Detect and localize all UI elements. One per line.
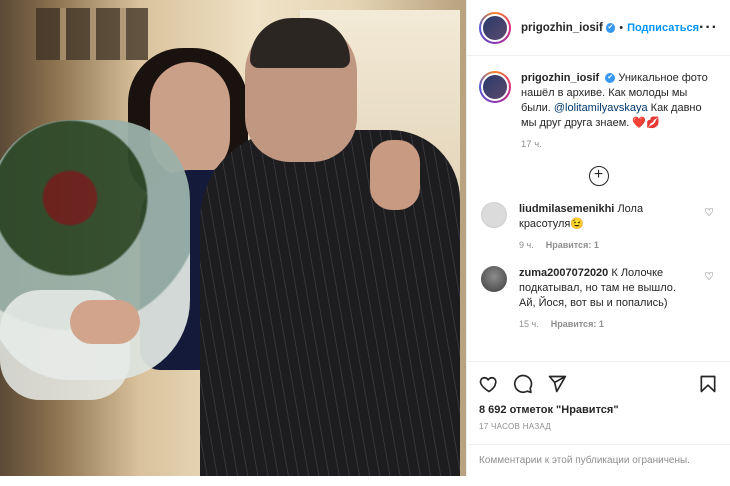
header-username[interactable]: prigozhin_iosif <box>521 22 603 34</box>
post-dialog: prigozhin_iosif ✔ • Подписаться ··· prig… <box>0 0 730 486</box>
heart-icon[interactable] <box>479 374 499 394</box>
comment-avatar[interactable] <box>481 266 507 292</box>
action-icons <box>479 372 718 396</box>
comment-username[interactable]: liudmilasemenikhi <box>519 203 614 215</box>
caption: prigozhin_iosif ✔ Уникальное фото нашёл … <box>479 71 718 131</box>
comment-time[interactable]: 9 ч. <box>519 240 534 250</box>
comment-meta: 9 ч. Нравится: 1 <box>519 240 718 250</box>
comment-likes-count[interactable]: Нравится: 1 <box>551 319 604 329</box>
comment-likes-count[interactable]: Нравится: 1 <box>546 240 599 250</box>
comment-item: liudmilasemenikhi Лола красотуля😉 ♡ <box>479 202 718 232</box>
caption-username[interactable]: prigozhin_iosif <box>521 72 599 84</box>
comment-like-heart-icon[interactable]: ♡ <box>704 206 714 219</box>
likes-count[interactable]: 8 692 отметок "Нравится" <box>479 404 718 416</box>
comment-like-heart-icon[interactable]: ♡ <box>704 270 714 283</box>
header-separator: • <box>619 21 624 34</box>
caption-text: prigozhin_iosif ✔ Уникальное фото нашёл … <box>521 71 718 131</box>
comment-time[interactable]: 15 ч. <box>519 319 539 329</box>
verified-badge-icon: ✔ <box>605 22 616 33</box>
avatar[interactable] <box>479 11 511 44</box>
post-sidebar: prigozhin_iosif ✔ • Подписаться ··· prig… <box>466 0 730 476</box>
post-time-ago[interactable]: 17 ЧАСОВ НАЗАД <box>479 422 718 431</box>
comment-text-block: liudmilasemenikhi Лола красотуля😉 <box>519 202 695 232</box>
plus-circle-icon[interactable]: + <box>588 166 609 186</box>
comment-text-block: zuma2007072020 К Лолочке подкатывал, но … <box>519 266 695 311</box>
caption-time[interactable]: 17 ч. <box>521 139 718 150</box>
photo-hand-on-shoulder <box>370 140 420 210</box>
comment-icon[interactable] <box>513 374 533 394</box>
photo-man-jacket <box>200 130 460 476</box>
post-photo[interactable] <box>0 0 466 476</box>
follow-button[interactable]: Подписаться <box>627 22 699 34</box>
caption-mention-link[interactable]: @lolitamilyavskaya <box>554 102 648 114</box>
comment-meta: 15 ч. Нравится: 1 <box>519 319 718 329</box>
share-icon[interactable] <box>547 374 567 394</box>
post-actions: 8 692 отметок "Нравится" 17 ЧАСОВ НАЗАД <box>467 361 730 431</box>
post-header: prigozhin_iosif ✔ • Подписаться ··· <box>467 0 730 56</box>
more-options-icon[interactable]: ··· <box>699 19 718 37</box>
photo-wall-frames <box>36 8 148 60</box>
bookmark-icon[interactable] <box>698 374 718 394</box>
comment-item: zuma2007072020 К Лолочке подкатывал, но … <box>479 266 718 311</box>
comments-limited-notice: Комментарии к этой публикации ограничены… <box>467 444 730 476</box>
photo-hand <box>70 300 140 344</box>
caption-verified-badge-icon: ✔ <box>605 73 616 84</box>
comments-area[interactable]: prigozhin_iosif ✔ Уникальное фото нашёл … <box>467 57 730 361</box>
load-more-comments: + <box>479 166 718 186</box>
caption-emoji: ❤️💋 <box>632 117 660 129</box>
caption-avatar[interactable] <box>479 71 511 103</box>
comment-username[interactable]: zuma2007072020 <box>519 267 608 279</box>
comment-avatar[interactable] <box>481 202 507 228</box>
